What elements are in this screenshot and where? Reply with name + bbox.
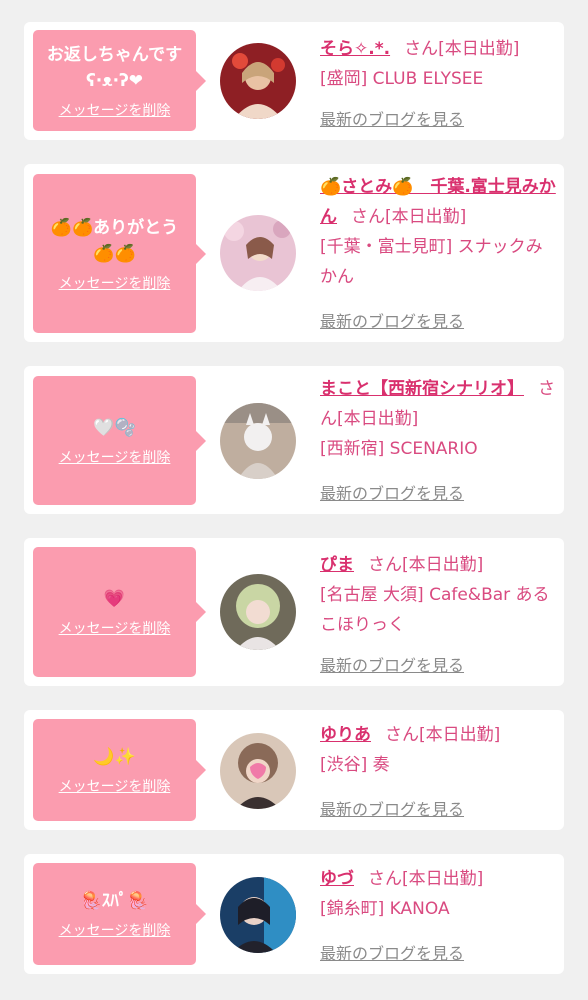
- message-card: 🍊🍊ありがとう 🍊🍊 メッセージを削除 🍊さとみ🍊 千葉.富士見みかん さん[本日…: [24, 164, 564, 342]
- delete-message-link[interactable]: メッセージを削除: [59, 920, 171, 940]
- message-bubble: お返しちゃんです ʕ·ᴥ·ʔ❤ メッセージを削除: [33, 30, 206, 131]
- avatar[interactable]: [220, 733, 296, 809]
- shop-name: 奏: [372, 755, 390, 775]
- blog-link[interactable]: 最新のブログを見る: [320, 480, 464, 504]
- delete-message-link[interactable]: メッセージを削除: [59, 618, 171, 638]
- honorific: さん: [368, 555, 402, 575]
- message-text: 🍊🍊ありがとう 🍊🍊: [50, 217, 179, 264]
- cast-name-link[interactable]: ゆりあ: [320, 725, 371, 745]
- cast-name-link[interactable]: そら✧.*.: [320, 39, 390, 59]
- cast-info: そら✧.*. さん[本日出勤] [盛岡] CLUB ELYSEE: [320, 34, 556, 94]
- avatar[interactable]: [220, 43, 296, 119]
- status-label: [本日出勤]: [419, 725, 501, 745]
- message-bubble: 🪼ｽﾊﾟ🪼 メッセージを削除: [33, 863, 206, 965]
- status-label: [本日出勤]: [402, 555, 484, 575]
- avatar[interactable]: [220, 877, 296, 953]
- status-label: [本日出勤]: [438, 39, 520, 59]
- status-label: [本日出勤]: [385, 207, 467, 227]
- delete-message-link[interactable]: メッセージを削除: [59, 273, 171, 293]
- cast-info: ゆりあ さん[本日出勤] [渋谷] 奏: [320, 720, 556, 780]
- blog-link[interactable]: 最新のブログを見る: [320, 940, 464, 964]
- message-text: 💗: [103, 589, 126, 609]
- status-label: [本日出勤]: [402, 869, 484, 889]
- cast-info: まこと【西新宿シナリオ】 さん[本日出勤] [西新宿] SCENARIO: [320, 374, 556, 464]
- message-text: 🪼ｽﾊﾟ🪼: [80, 891, 149, 911]
- message-bubble: 💗 メッセージを削除: [33, 547, 206, 677]
- shop-area: [千葉・富士見町]: [320, 237, 453, 257]
- honorific: さん: [351, 207, 385, 227]
- blog-link[interactable]: 最新のブログを見る: [320, 796, 464, 820]
- message-card: お返しちゃんです ʕ·ᴥ·ʔ❤ メッセージを削除 そら✧.*. さん[本日出勤] …: [24, 22, 564, 140]
- blog-link[interactable]: 最新のブログを見る: [320, 652, 464, 676]
- message-card: 🪼ｽﾊﾟ🪼 メッセージを削除 ゆづ さん[本日出勤] [錦糸町] KANOA 最新…: [24, 854, 564, 974]
- message-bubble: 🤍🫧 メッセージを削除: [33, 376, 206, 505]
- delete-message-link[interactable]: メッセージを削除: [59, 776, 171, 796]
- shop-area: [錦糸町]: [320, 899, 385, 919]
- shop-area: [盛岡]: [320, 69, 368, 89]
- cast-info: ぴま さん[本日出勤] [名古屋 大須] Cafe&Bar あるこほりっく: [320, 550, 556, 640]
- avatar[interactable]: [220, 574, 296, 650]
- cast-name-link[interactable]: ゆづ: [320, 869, 354, 889]
- status-label: [本日出勤]: [337, 409, 419, 429]
- message-text: お返しちゃんです ʕ·ᴥ·ʔ❤: [46, 44, 183, 91]
- cast-info: 🍊さとみ🍊 千葉.富士見みかん さん[本日出勤] [千葉・富士見町] スナックみか…: [320, 172, 556, 292]
- honorific: さん: [404, 39, 439, 59]
- shop-name: SCENARIO: [389, 439, 478, 459]
- shop-area: [名古屋 大須]: [320, 585, 424, 605]
- blog-link[interactable]: 最新のブログを見る: [320, 308, 464, 332]
- delete-message-link[interactable]: メッセージを削除: [59, 100, 171, 120]
- avatar[interactable]: [220, 215, 296, 291]
- cast-name-link[interactable]: ぴま: [320, 555, 354, 575]
- message-list: お返しちゃんです ʕ·ᴥ·ʔ❤ メッセージを削除 そら✧.*. さん[本日出勤] …: [0, 0, 588, 1000]
- honorific: さん: [368, 869, 402, 889]
- cast-info: ゆづ さん[本日出勤] [錦糸町] KANOA: [320, 864, 556, 924]
- shop-name: CLUB ELYSEE: [372, 69, 484, 89]
- message-bubble: 🌙✨ メッセージを削除: [33, 719, 206, 821]
- shop-area: [西新宿]: [320, 439, 385, 459]
- message-card: 💗 メッセージを削除 ぴま さん[本日出勤] [名古屋 大須] Cafe&Bar …: [24, 538, 564, 686]
- shop-area: [渋谷]: [320, 755, 368, 775]
- message-bubble: 🍊🍊ありがとう 🍊🍊 メッセージを削除: [33, 174, 206, 333]
- message-card: 🌙✨ メッセージを削除 ゆりあ さん[本日出勤] [渋谷] 奏 最新のブログを見る: [24, 710, 564, 830]
- message-card: 🤍🫧 メッセージを削除 まこと【西新宿シナリオ】 さん[本日出勤] [西新宿] S…: [24, 366, 564, 514]
- cast-name-link[interactable]: まこと【西新宿シナリオ】: [320, 379, 524, 399]
- delete-message-link[interactable]: メッセージを削除: [59, 447, 171, 467]
- avatar[interactable]: [220, 403, 296, 479]
- message-text: 🌙✨: [93, 747, 136, 767]
- shop-name: KANOA: [389, 899, 450, 919]
- honorific: さん: [385, 725, 419, 745]
- blog-link[interactable]: 最新のブログを見る: [320, 106, 464, 130]
- message-text: 🤍🫧: [93, 417, 136, 438]
